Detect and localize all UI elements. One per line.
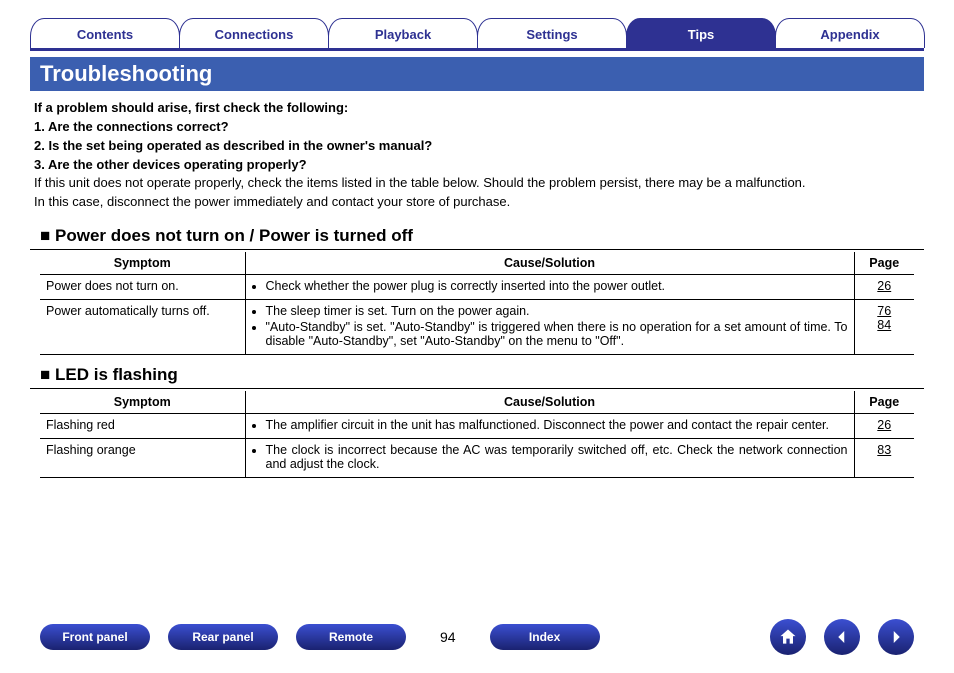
table-row: Power automatically turns off. The sleep…	[40, 300, 914, 355]
th-cause: Cause/Solution	[245, 252, 854, 275]
intro-bold-2: 2. Is the set being operated as describe…	[34, 137, 920, 156]
btn-rear-panel[interactable]: Rear panel	[168, 624, 278, 650]
prev-page-icon[interactable]	[824, 619, 860, 655]
cell-cause: Check whether the power plug is correctl…	[245, 275, 854, 300]
cell-symptom: Power automatically turns off.	[40, 300, 245, 355]
intro-bold-3: 3. Are the other devices operating prope…	[34, 156, 920, 175]
page-link[interactable]: 83	[861, 443, 909, 457]
page-link[interactable]: 26	[861, 279, 909, 293]
next-page-icon[interactable]	[878, 619, 914, 655]
page-number: 94	[424, 629, 472, 645]
home-icon[interactable]	[770, 619, 806, 655]
table-led: Symptom Cause/Solution Page Flashing red…	[40, 391, 914, 478]
cause-item: Check whether the power plug is correctl…	[266, 279, 848, 293]
cell-symptom: Flashing red	[40, 414, 245, 439]
btn-index[interactable]: Index	[490, 624, 600, 650]
table-row: Flashing red The amplifier circuit in th…	[40, 414, 914, 439]
tab-tips[interactable]: Tips	[626, 18, 776, 48]
cause-item: The clock is incorrect because the AC wa…	[266, 443, 848, 471]
top-tab-row: Contents Connections Playback Settings T…	[30, 18, 924, 51]
page-link[interactable]: 26	[861, 418, 909, 432]
intro-block: If a problem should arise, first check t…	[30, 91, 924, 216]
table-power: Symptom Cause/Solution Page Power does n…	[40, 252, 914, 355]
subhead-led: LED is flashing	[30, 365, 924, 389]
page-link[interactable]: 76	[861, 304, 909, 318]
cause-item: "Auto-Standby" is set. "Auto-Standby" is…	[266, 320, 848, 348]
th-symptom: Symptom	[40, 252, 245, 275]
cell-page: 26	[854, 414, 914, 439]
tab-playback[interactable]: Playback	[328, 18, 478, 48]
cell-page: 26	[854, 275, 914, 300]
tab-appendix[interactable]: Appendix	[775, 18, 925, 48]
subhead-power: Power does not turn on / Power is turned…	[30, 226, 924, 250]
th-cause: Cause/Solution	[245, 391, 854, 414]
btn-remote[interactable]: Remote	[296, 624, 406, 650]
tab-connections[interactable]: Connections	[179, 18, 329, 48]
intro-body-1: In this case, disconnect the power immed…	[34, 193, 920, 212]
bottom-nav: Front panel Rear panel Remote 94 Index	[0, 619, 954, 655]
tab-settings[interactable]: Settings	[477, 18, 627, 48]
table-row: Flashing orange The clock is incorrect b…	[40, 439, 914, 478]
intro-bold-0: If a problem should arise, first check t…	[34, 99, 920, 118]
cell-page: 83	[854, 439, 914, 478]
th-page: Page	[854, 391, 914, 414]
cell-symptom: Power does not turn on.	[40, 275, 245, 300]
cell-symptom: Flashing orange	[40, 439, 245, 478]
th-page: Page	[854, 252, 914, 275]
table-row: Power does not turn on. Check whether th…	[40, 275, 914, 300]
table-header-row: Symptom Cause/Solution Page	[40, 391, 914, 414]
section-title: Troubleshooting	[30, 57, 924, 91]
cell-cause: The clock is incorrect because the AC wa…	[245, 439, 854, 478]
th-symptom: Symptom	[40, 391, 245, 414]
cause-item: The sleep timer is set. Turn on the powe…	[266, 304, 848, 318]
cause-item: The amplifier circuit in the unit has ma…	[266, 418, 848, 432]
tab-contents[interactable]: Contents	[30, 18, 180, 48]
cell-cause: The amplifier circuit in the unit has ma…	[245, 414, 854, 439]
table-header-row: Symptom Cause/Solution Page	[40, 252, 914, 275]
intro-bold-1: 1. Are the connections correct?	[34, 118, 920, 137]
page-link[interactable]: 84	[861, 318, 909, 332]
cell-cause: The sleep timer is set. Turn on the powe…	[245, 300, 854, 355]
cell-page: 76 84	[854, 300, 914, 355]
intro-body-0: If this unit does not operate properly, …	[34, 174, 920, 193]
btn-front-panel[interactable]: Front panel	[40, 624, 150, 650]
